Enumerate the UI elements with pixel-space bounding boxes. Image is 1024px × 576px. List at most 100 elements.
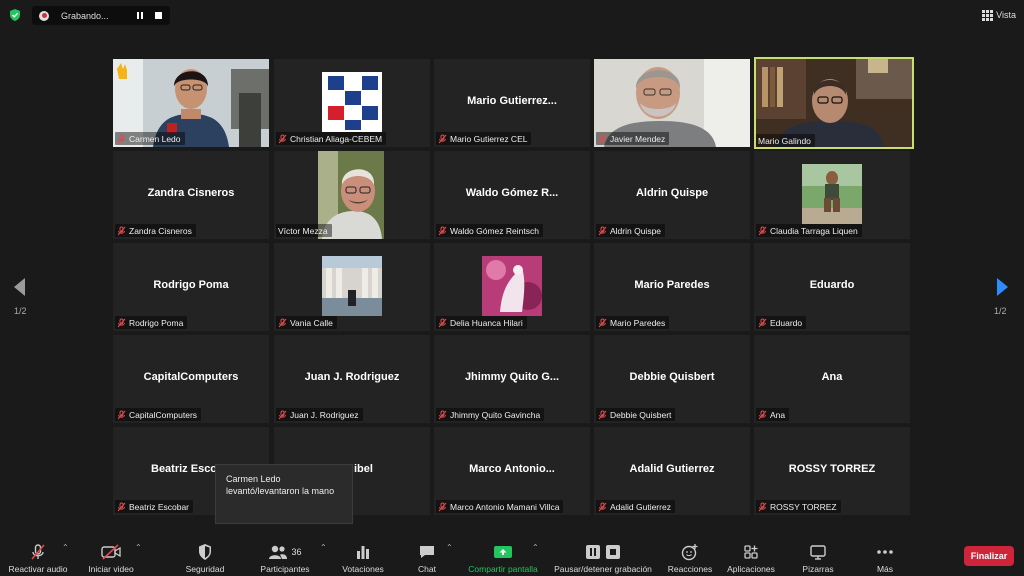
muted-mic-icon	[598, 318, 607, 328]
participant-label: Claudia Tarraga Liquen	[756, 224, 862, 237]
unmute-button[interactable]: Reactivar audio	[6, 538, 70, 574]
end-meeting-button[interactable]: Finalizar	[964, 546, 1014, 566]
participant-label-text: Víctor Mezza	[278, 225, 328, 236]
apps-label: Aplicaciones	[727, 564, 775, 574]
participant-label-text: ROSSY TORREZ	[770, 501, 837, 512]
next-page-arrow-icon[interactable]	[997, 278, 1008, 296]
whiteboards-label: Pizarras	[802, 564, 834, 574]
participant-tile[interactable]: Mario Gutierrez... Mario Gutierrez CEL	[434, 59, 590, 147]
page-indicator-left: 1/2	[14, 306, 27, 316]
apps-button[interactable]: Aplicaciones	[722, 538, 780, 574]
participant-label: Beatriz Escobar	[115, 500, 193, 513]
participant-name: Waldo Gómez R...	[465, 187, 559, 199]
participant-tile[interactable]: Javier Mendez	[594, 59, 750, 147]
participant-tile[interactable]: Mario Paredes Mario Paredes	[594, 243, 750, 331]
participant-tile[interactable]: Debbie Quisbert Debbie Quisbert	[594, 335, 750, 423]
muted-mic-icon	[438, 134, 447, 144]
polls-label: Votaciones	[342, 564, 384, 574]
participant-label-text: Rodrigo Poma	[129, 317, 184, 328]
participants-button[interactable]: 36 Participantes	[256, 538, 314, 574]
security-button[interactable]: Seguridad	[180, 538, 230, 574]
participant-name: Eduardo	[809, 279, 855, 291]
previous-page-arrow-icon[interactable]	[14, 278, 25, 296]
participant-photo	[322, 256, 382, 316]
participant-label-text: Juan J. Rodriguez	[290, 409, 359, 420]
participant-label-text: Carmen Ledo	[129, 133, 181, 144]
participant-label: Debbie Quisbert	[596, 408, 676, 421]
smiley-reaction-icon	[681, 544, 698, 561]
polls-button[interactable]: Votaciones	[340, 538, 386, 574]
muted-mic-icon	[758, 318, 767, 328]
participant-tile[interactable]: Waldo Gómez R... Waldo Gómez Reintsch	[434, 151, 590, 239]
muted-mic-icon	[117, 134, 126, 144]
participant-name: Mario Paredes	[634, 279, 710, 291]
start-video-label: Iniciar video	[88, 564, 134, 574]
participant-tile[interactable]: Rodrigo Poma Rodrigo Poma	[113, 243, 269, 331]
recording-icon	[39, 10, 49, 21]
participant-tile[interactable]: Claudia Tarraga Liquen	[754, 151, 910, 239]
participant-tile[interactable]: Eduardo Eduardo	[754, 243, 910, 331]
participant-tile[interactable]: Delia Huanca Hilari	[434, 243, 590, 331]
participant-label: Zandra Cisneros	[115, 224, 196, 237]
share-options-chevron-icon[interactable]: ⌃	[532, 543, 539, 552]
participant-tile[interactable]: Ana Ana	[754, 335, 910, 423]
participant-tile[interactable]: Carmen Ledo	[113, 59, 269, 147]
participant-tile[interactable]: Adalid Gutierrez Adalid Gutierrez	[594, 427, 750, 515]
security-shield-icon[interactable]	[8, 8, 22, 22]
view-button[interactable]: Vista	[982, 6, 1016, 24]
pause-stop-recording-label: Pausar/detener grabación	[554, 564, 652, 574]
participant-label-text: Aldrin Quispe	[610, 225, 662, 236]
participant-name: Rodrigo Poma	[153, 279, 229, 291]
participant-label: Aldrin Quispe	[596, 224, 666, 237]
participant-name: Juan J. Rodriguez	[304, 371, 400, 383]
participants-icon	[269, 545, 288, 559]
participant-label-text: Jhimmy Quito Gavincha	[450, 409, 541, 420]
more-button[interactable]: Más	[868, 538, 902, 574]
video-options-chevron-icon[interactable]: ⌃	[135, 543, 142, 552]
participant-tile[interactable]: Vania Calle	[274, 243, 430, 331]
participant-label: Marco Antonio Mamani Villca	[436, 500, 564, 513]
participant-name: Aldrin Quispe	[635, 187, 709, 199]
participant-label: Víctor Mezza	[276, 224, 332, 237]
participant-tile[interactable]: Christian Aliaga-CEBEM	[274, 59, 430, 147]
participant-label: Jhimmy Quito Gavincha	[436, 408, 545, 421]
security-label: Seguridad	[185, 564, 225, 574]
pause-icon	[586, 545, 600, 559]
participant-label: Adalid Gutierrez	[596, 500, 675, 513]
muted-mic-icon	[598, 134, 607, 144]
participant-tile-active-speaker[interactable]: Mario Galindo	[754, 57, 914, 149]
participant-label-text: Beatriz Escobar	[129, 501, 189, 512]
more-label: Más	[876, 564, 894, 574]
participant-label-text: Mario Gutierrez CEL	[450, 133, 528, 144]
participant-tile[interactable]: Zandra Cisneros Zandra Cisneros	[113, 151, 269, 239]
participants-options-chevron-icon[interactable]: ⌃	[320, 543, 327, 552]
muted-mic-icon	[31, 544, 45, 560]
stop-recording-icon[interactable]	[155, 12, 162, 19]
participant-tile[interactable]: Juan J. Rodriguez Juan J. Rodriguez	[274, 335, 430, 423]
participant-label-text: Zandra Cisneros	[129, 225, 192, 236]
chat-options-chevron-icon[interactable]: ⌃	[446, 543, 453, 552]
start-video-button[interactable]: Iniciar video	[82, 538, 140, 574]
pause-recording-icon[interactable]	[135, 11, 145, 21]
video-off-icon	[101, 544, 121, 560]
audio-options-chevron-icon[interactable]: ⌃	[62, 543, 69, 552]
participant-label: ROSSY TORREZ	[756, 500, 841, 513]
participant-tile[interactable]: Marco Antonio... Marco Antonio Mamani Vi…	[434, 427, 590, 515]
participant-label-text: Ana	[770, 409, 786, 420]
participant-tile[interactable]: Aldrin Quispe Aldrin Quispe	[594, 151, 750, 239]
participant-label: Mario Gutierrez CEL	[436, 132, 532, 145]
pause-stop-recording-button[interactable]: Pausar/detener grabación	[548, 538, 658, 574]
reactions-button[interactable]: Reacciones	[664, 538, 716, 574]
participant-tile[interactable]: CapitalComputers CapitalComputers	[113, 335, 269, 423]
participant-tile[interactable]: Jhimmy Quito G... Jhimmy Quito Gavincha	[434, 335, 590, 423]
whiteboards-button[interactable]: Pizarras	[798, 538, 838, 574]
muted-mic-icon	[758, 502, 767, 512]
chat-button[interactable]: Chat	[412, 538, 442, 574]
participant-name: Jhimmy Quito G...	[464, 371, 560, 383]
meeting-toolbar: Reactivar audio ⌃ Iniciar video ⌃ Seguri…	[0, 534, 1024, 576]
muted-mic-icon	[758, 226, 767, 236]
participant-tile[interactable]: Víctor Mezza	[274, 151, 430, 239]
participant-label-text: CapitalComputers	[129, 409, 198, 420]
participant-photo	[482, 256, 542, 316]
participant-tile[interactable]: ROSSY TORREZ ROSSY TORREZ	[754, 427, 910, 515]
